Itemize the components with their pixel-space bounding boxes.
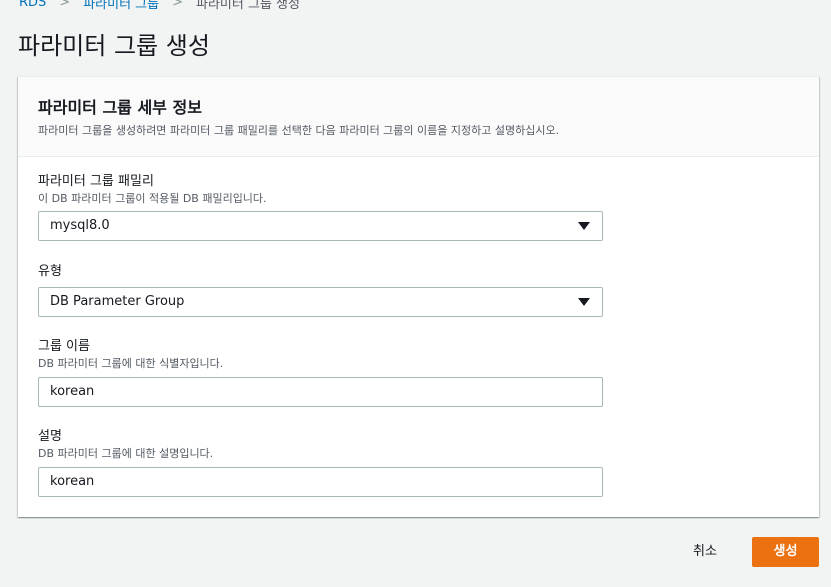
breadcrumb: RDS > 파라미터 그룹 > 파라미터 그룹 생성 xyxy=(19,0,300,12)
parameter-group-details-panel: 파라미터 그룹 세부 정보 파라미터 그룹을 생성하려면 파라미터 그룹 패밀리… xyxy=(18,76,819,517)
panel-description: 파라미터 그룹을 생성하려면 파라미터 그룹 패밀리를 선택한 다음 파라미터 … xyxy=(38,124,560,137)
create-button[interactable]: 생성 xyxy=(752,537,819,567)
family-field: 파라미터 그룹 패밀리 이 DB 파라미터 그룹이 적용될 DB 패밀리입니다.… xyxy=(38,173,604,241)
description-value: korean xyxy=(50,474,95,489)
group-name-input[interactable]: korean xyxy=(38,377,603,407)
description-field: 설명 DB 파라미터 그룹에 대한 설명입니다. korean xyxy=(38,428,604,497)
type-select-value: DB Parameter Group xyxy=(50,294,185,309)
family-select-value: mysql8.0 xyxy=(50,218,110,233)
breadcrumb-item-current: 파라미터 그룹 생성 xyxy=(196,0,300,12)
description-input[interactable]: korean xyxy=(38,467,603,497)
type-field: 유형 DB Parameter Group xyxy=(38,263,604,317)
caret-down-icon xyxy=(578,222,590,230)
family-description: 이 DB 파라미터 그룹이 적용될 DB 패밀리입니다. xyxy=(38,192,267,205)
type-label: 유형 xyxy=(38,264,62,279)
type-select[interactable]: DB Parameter Group xyxy=(38,287,603,317)
breadcrumb-separator-icon: > xyxy=(172,0,184,10)
family-label: 파라미터 그룹 패밀리 xyxy=(38,174,154,189)
family-select[interactable]: mysql8.0 xyxy=(38,211,603,241)
group-name-description: DB 파라미터 그룹에 대한 식별자입니다. xyxy=(38,357,224,370)
group-name-value: korean xyxy=(50,384,95,399)
description-description: DB 파라미터 그룹에 대한 설명입니다. xyxy=(38,447,214,460)
panel-title: 파라미터 그룹 세부 정보 xyxy=(38,98,202,117)
cancel-button[interactable]: 취소 xyxy=(680,537,730,567)
breadcrumb-item-rds[interactable]: RDS xyxy=(19,0,46,10)
breadcrumb-separator-icon: > xyxy=(59,0,71,10)
breadcrumb-item-parameter-groups[interactable]: 파라미터 그룹 xyxy=(83,0,159,12)
description-label: 설명 xyxy=(38,429,62,444)
caret-down-icon xyxy=(578,298,590,306)
group-name-label: 그룹 이름 xyxy=(38,339,90,354)
panel-header: 파라미터 그룹 세부 정보 파라미터 그룹을 생성하려면 파라미터 그룹 패밀리… xyxy=(18,77,819,157)
page-title: 파라미터 그룹 생성 xyxy=(18,32,210,60)
group-name-field: 그룹 이름 DB 파라미터 그룹에 대한 식별자입니다. korean xyxy=(38,338,604,407)
